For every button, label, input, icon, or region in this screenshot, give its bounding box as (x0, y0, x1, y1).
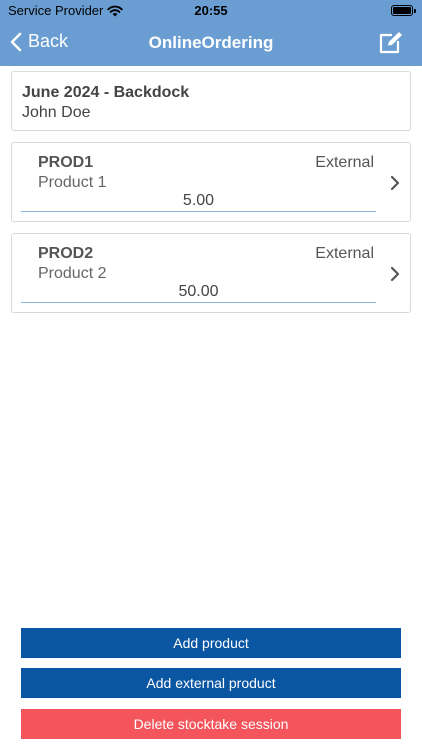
quantity-input[interactable] (21, 191, 376, 212)
delete-session-button[interactable]: Delete stocktake session (21, 709, 401, 739)
battery-icon (391, 5, 416, 16)
quantity-input[interactable] (21, 282, 376, 303)
chevron-right-icon[interactable] (390, 266, 400, 282)
add-external-product-button[interactable]: Add external product (21, 668, 401, 698)
session-title: June 2024 - Backdock (22, 84, 190, 101)
product-type: External (315, 245, 374, 262)
page-title: OnlineOrdering (148, 33, 274, 52)
product-type: External (315, 154, 374, 171)
product-row[interactable]: PROD2 External Product 2 (11, 233, 411, 313)
edit-button[interactable] (378, 31, 404, 55)
clock: 20:55 (194, 3, 228, 18)
product-code: PROD2 (38, 245, 94, 262)
session-user: John Doe (22, 104, 91, 121)
status-bar: Service Provider 20:55 (0, 0, 422, 22)
add-product-button[interactable]: Add product (21, 628, 401, 658)
chevron-right-icon[interactable] (390, 175, 400, 191)
edit-icon (378, 31, 404, 55)
product-row[interactable]: PROD1 External Product 1 (11, 142, 411, 222)
product-name: Product 2 (38, 265, 107, 282)
navigation-bar: Back OnlineOrdering (0, 22, 422, 66)
product-name: Product 1 (38, 174, 107, 191)
header: Service Provider 20:55 Back OnlineOrderi… (0, 0, 422, 66)
product-code: PROD1 (38, 154, 94, 171)
session-card: June 2024 - Backdock John Doe (11, 71, 411, 131)
